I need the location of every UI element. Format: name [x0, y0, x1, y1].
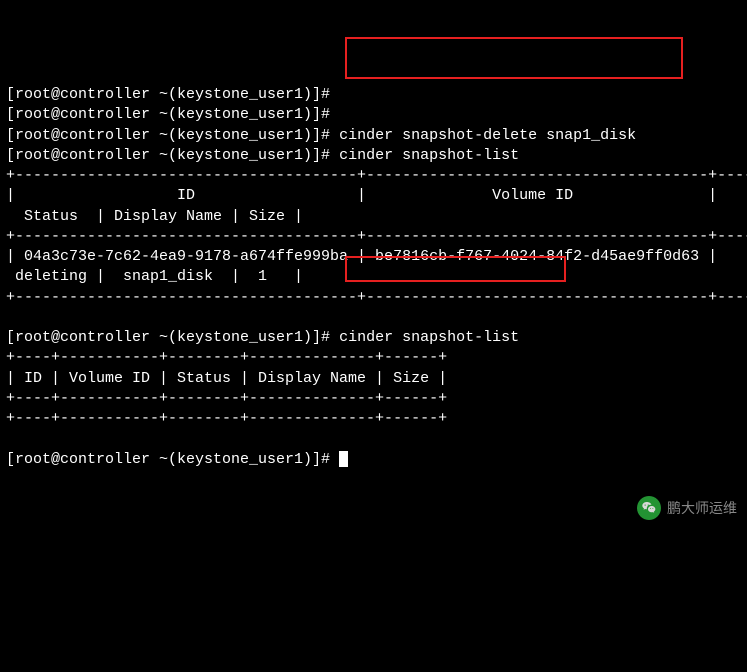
table-header-row: Status | Display Name | Size |	[6, 208, 303, 225]
table-border: +--------------------------------------+…	[6, 289, 747, 306]
prompt: [root@controller ~(keystone_user1)]#	[6, 106, 339, 123]
command-snapshot-delete: cinder snapshot-delete snap1_disk	[339, 127, 636, 144]
table-row: | 04a3c73e-7c62-4ea9-9178-a674ffe999ba |…	[6, 248, 717, 265]
prompt: [root@controller ~(keystone_user1)]#	[6, 451, 339, 468]
table-header-row: | ID | Volume ID |	[6, 187, 717, 204]
highlight-box-1	[345, 37, 683, 79]
prompt: [root@controller ~(keystone_user1)]# cin…	[6, 329, 519, 346]
table-border: +--------------------------------------+…	[6, 167, 747, 184]
table-border: +----+-----------+--------+-------------…	[6, 390, 447, 407]
command-snapshot-list: cinder snapshot-list	[339, 329, 519, 346]
table-border: +--------------------------------------+…	[6, 228, 747, 245]
table-header-row: | ID | Volume ID | Status | Display Name…	[6, 370, 447, 387]
table-border: +----+-----------+--------+-------------…	[6, 410, 447, 427]
prompt: [root@controller ~(keystone_user1)]# cin…	[6, 147, 519, 164]
terminal-output[interactable]: [root@controller ~(keystone_user1)]# [ro…	[6, 85, 741, 470]
wechat-icon	[637, 496, 661, 520]
table-border: +----+-----------+--------+-------------…	[6, 349, 447, 366]
watermark: 鹏大师运维	[637, 496, 737, 520]
prompt: [root@controller ~(keystone_user1)]#	[6, 86, 339, 103]
watermark-text: 鹏大师运维	[667, 499, 737, 518]
prompt: [root@controller ~(keystone_user1)]# cin…	[6, 127, 636, 144]
table-row: deleting | snap1_disk | 1 |	[6, 268, 303, 285]
cursor[interactable]	[339, 451, 348, 467]
command-snapshot-list: cinder snapshot-list	[339, 147, 519, 164]
